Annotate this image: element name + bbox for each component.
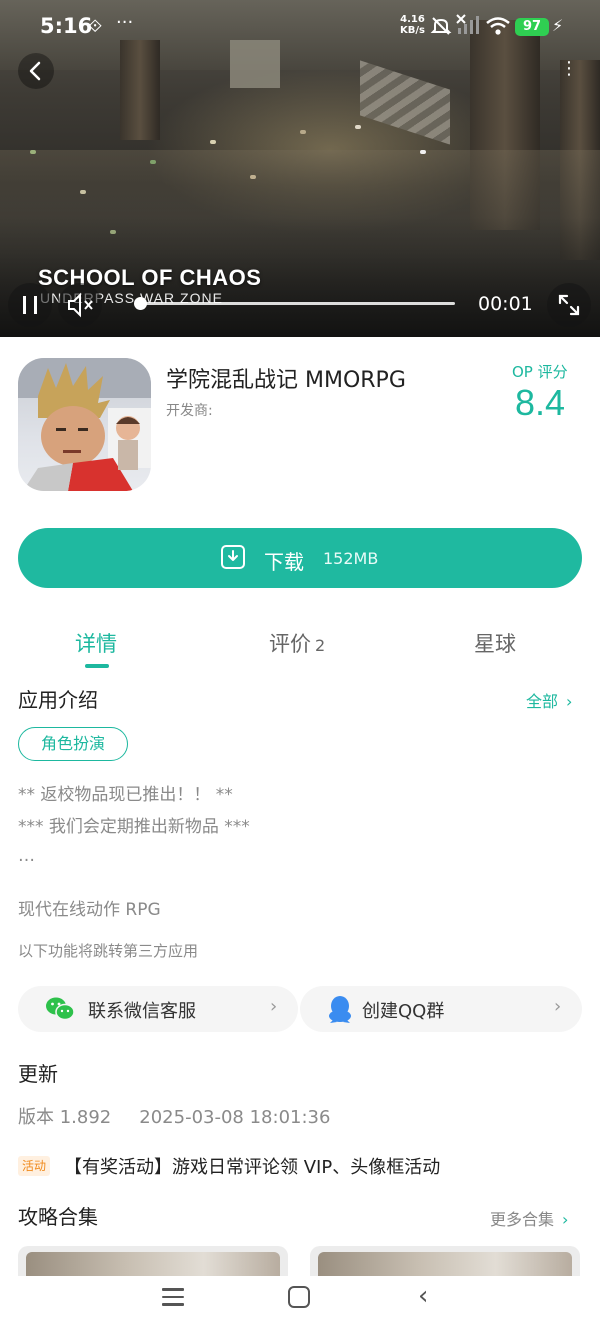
recent-apps-button[interactable] <box>162 1288 184 1306</box>
download-label: 下载 <box>264 550 304 574</box>
mute-button[interactable] <box>58 283 102 327</box>
tab-reviews[interactable]: 评价 2 <box>269 628 325 658</box>
status-bar: 5:16 ⟐ ··· 4.16 KB/s 97 ⚡ <box>0 0 600 56</box>
video-frame-debris <box>210 140 216 144</box>
video-frame-stairs <box>360 60 450 145</box>
video-time: 00:01 <box>478 293 533 315</box>
tab-label: 评价 <box>269 632 311 656</box>
pause-button[interactable] <box>8 283 52 327</box>
wechat-icon <box>46 997 75 1021</box>
intro-line: *** 我们会定期推出新物品 *** <box>18 817 250 837</box>
intro-title: 应用介绍 <box>18 688 98 712</box>
status-sync-icon: ⟐ <box>88 16 103 37</box>
video-player[interactable]: 5:16 ⟐ ··· 4.16 KB/s 97 ⚡ ⋮ SCHOOL OF CH… <box>0 0 600 337</box>
guides-more-link[interactable]: 更多合集 › <box>490 1206 568 1230</box>
chevron-right-icon: › <box>566 692 573 711</box>
battery-indicator: 97 <box>515 18 549 36</box>
video-frame-debris <box>300 130 306 134</box>
guides-title: 攻略合集 <box>18 1205 98 1229</box>
pause-icon <box>23 296 37 314</box>
status-more-icon: ··· <box>116 12 134 33</box>
wechat-service-button[interactable]: 联系微信客服 › <box>18 986 298 1032</box>
video-frame-debris <box>250 175 256 179</box>
app-icon-artwork <box>18 358 151 491</box>
video-progress-bar[interactable] <box>134 297 455 310</box>
status-time: 5:16 <box>40 14 93 38</box>
guide-card[interactable] <box>18 1246 288 1276</box>
guide-thumbnail <box>26 1252 280 1276</box>
video-frame-debris <box>80 190 86 194</box>
intro-ellipsis: … <box>18 846 35 866</box>
tab-active-indicator <box>85 664 109 668</box>
qq-penguin-icon <box>329 996 351 1023</box>
intro-summary: 现代在线动作 RPG <box>18 900 161 920</box>
app-icon <box>18 358 151 491</box>
app-name: 学院混乱战记 MMORPG <box>166 368 406 393</box>
tab-label: 详情 <box>75 632 117 656</box>
third-party-note: 以下功能将跳转第三方应用 <box>18 942 199 960</box>
intro-line: ** 返校物品现已推出！！ ** <box>18 785 233 805</box>
wechat-label: 联系微信客服 <box>88 1001 196 1022</box>
status-net-speed: 4.16 KB/s <box>400 14 425 36</box>
rating-score: 8.4 <box>515 382 566 423</box>
tab-planet[interactable]: 星球 <box>474 628 516 658</box>
charging-icon: ⚡ <box>552 16 564 35</box>
qq-group-button[interactable]: 创建QQ群 › <box>300 986 582 1032</box>
nav-back-button[interactable]: ‹ <box>418 1281 428 1311</box>
fullscreen-icon <box>558 294 580 316</box>
signal-icon <box>456 14 479 34</box>
tab-label: 星球 <box>474 632 516 656</box>
home-button[interactable] <box>288 1286 310 1308</box>
wifi-icon <box>486 17 510 35</box>
tab-details[interactable]: 详情 <box>75 628 117 658</box>
guide-card[interactable] <box>310 1246 580 1276</box>
back-button[interactable] <box>18 53 54 89</box>
update-info: 版本 1.892 2025-03-08 18:01:36 <box>18 1103 330 1129</box>
speaker-mute-icon <box>68 292 93 318</box>
video-frame-debris <box>30 150 36 154</box>
tab-count: 2 <box>315 636 326 655</box>
event-link[interactable]: 【有奖活动】游戏日常评论领 VIP、头像框活动 <box>64 1153 440 1179</box>
intro-all-link[interactable]: 全部 › <box>526 688 572 712</box>
genre-tag[interactable]: 角色扮演 <box>18 727 129 761</box>
fullscreen-button[interactable] <box>547 283 591 327</box>
update-date: 2025-03-08 18:01:36 <box>139 1107 331 1128</box>
video-frame-debris <box>420 150 426 154</box>
system-nav-bar: ‹ <box>0 1276 600 1333</box>
update-title: 更新 <box>18 1062 58 1086</box>
chevron-right-icon: › <box>562 1210 569 1229</box>
guide-thumbnail <box>318 1252 572 1276</box>
intro-all-label: 全部 <box>526 692 559 711</box>
chevron-right-icon: › <box>554 996 562 1017</box>
download-button[interactable]: 下载 152MB <box>18 528 582 588</box>
download-icon <box>221 545 245 569</box>
mute-bell-icon <box>430 17 452 35</box>
net-speed-unit: KB/s <box>400 25 425 36</box>
download-size: 152MB <box>323 549 379 568</box>
guides-more-label: 更多合集 <box>490 1210 555 1229</box>
video-more-button[interactable]: ⋮ <box>560 58 579 79</box>
rating-label: OP 评分 <box>512 363 568 381</box>
video-progress-knob[interactable] <box>134 297 147 310</box>
net-speed-value: 4.16 <box>400 14 425 25</box>
video-frame-debris <box>355 125 361 129</box>
version-text: 版本 1.892 <box>18 1107 112 1128</box>
qq-label: 创建QQ群 <box>362 1001 445 1022</box>
video-frame-debris <box>150 160 156 164</box>
chevron-right-icon: › <box>270 996 278 1017</box>
chevron-left-icon <box>29 61 41 81</box>
event-badge: 活动 <box>18 1156 51 1176</box>
developer-label: 开发商: <box>166 403 213 419</box>
